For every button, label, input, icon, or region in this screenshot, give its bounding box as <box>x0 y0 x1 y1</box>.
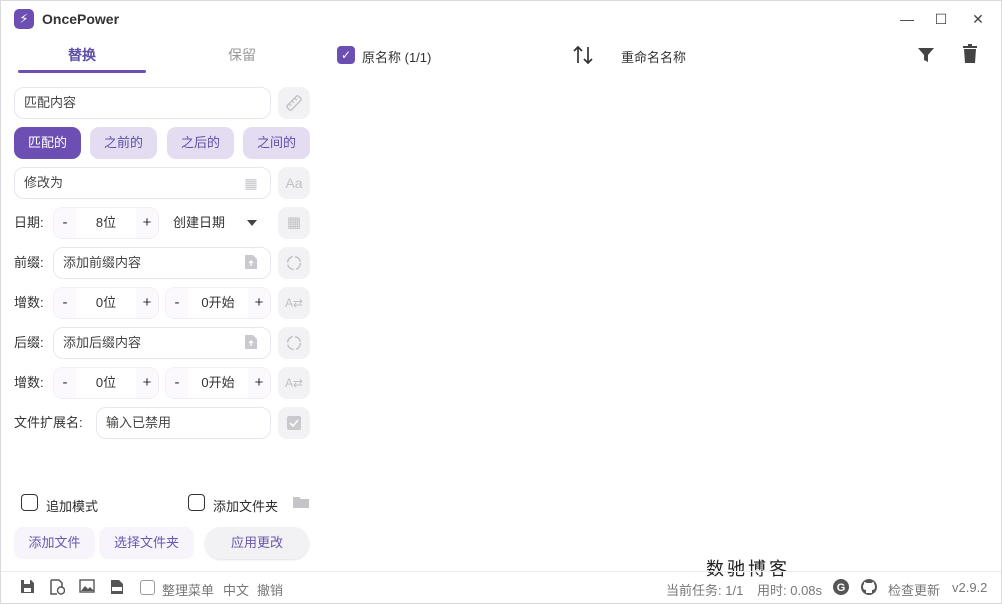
elapsed-time-text: 用时: 0.08s <box>757 583 823 598</box>
close-button[interactable]: ✕ <box>965 7 991 31</box>
match-input[interactable]: 匹配内容 <box>14 87 271 119</box>
undo-button[interactable]: 撤销 <box>257 580 283 599</box>
history-file-icon[interactable] <box>49 579 65 595</box>
suffix-label: 后缀: <box>14 335 44 350</box>
organize-menu-label: 整理菜单 <box>162 583 215 598</box>
chip-before[interactable]: 之前的 <box>90 127 157 159</box>
current-task-text: 当前任务: 1/1 <box>666 583 744 598</box>
increment-start-value-1[interactable]: 0开始 <box>188 288 248 318</box>
maximize-button[interactable]: ☐ <box>928 7 954 31</box>
chevron-down-icon <box>247 220 257 226</box>
increment-digits-value-1[interactable]: 0位 <box>76 288 136 318</box>
organize-menu-checkbox[interactable] <box>140 580 155 595</box>
plus-button[interactable]: + <box>248 368 270 398</box>
folder-icon <box>292 494 310 513</box>
check-update-link[interactable]: 检查更新 <box>888 580 940 599</box>
date-label: 日期: <box>14 215 44 230</box>
tab-keep[interactable]: 保留 <box>178 45 306 65</box>
minus-button[interactable]: - <box>166 288 188 318</box>
save-icon[interactable] <box>19 579 35 595</box>
prefix-placeholder: 添加前缀内容 <box>63 255 142 270</box>
refresh-icon[interactable] <box>278 327 310 359</box>
suffix-placeholder: 添加后缀内容 <box>63 335 142 350</box>
app-title: OncePower <box>42 11 120 27</box>
minus-button[interactable]: - <box>54 368 76 398</box>
minus-button[interactable]: - <box>166 368 188 398</box>
plus-button[interactable]: + <box>248 288 270 318</box>
add-file-button[interactable]: 添加文件 <box>14 527 95 559</box>
github-icon[interactable] <box>860 578 878 599</box>
image-icon[interactable] <box>79 579 95 595</box>
app-window: ⚡ OncePower — ☐ ✕ 替换 保留 匹配内容 匹配的 之前的 之后的… <box>0 0 1002 604</box>
increment-digits-stepper-1[interactable]: - 0位 + <box>53 287 159 319</box>
swap-order-icon[interactable]: A⇄ <box>278 287 310 319</box>
font-case-icon[interactable]: Aa <box>278 167 310 199</box>
prefix-input[interactable]: 添加前缀内容 <box>53 247 271 279</box>
select-folder-button[interactable]: 选择文件夹 <box>99 527 194 559</box>
checkbox-toggle-icon[interactable] <box>278 407 310 439</box>
sort-icon[interactable] <box>572 45 594 68</box>
date-minus-button[interactable]: - <box>54 208 76 238</box>
increment-label-2: 增数: <box>14 375 44 390</box>
version-label: v2.9.2 <box>952 580 988 595</box>
chip-between[interactable]: 之间的 <box>243 127 310 159</box>
ruler-icon[interactable] <box>278 87 310 119</box>
tab-active-indicator <box>18 70 146 73</box>
csv-file-icon[interactable] <box>109 579 125 595</box>
refresh-icon[interactable] <box>278 247 310 279</box>
svg-text:G: G <box>837 582 846 594</box>
date-type-value: 创建日期 <box>173 215 226 230</box>
language-toggle[interactable]: 中文 <box>223 580 249 599</box>
suffix-input[interactable]: 添加后缀内容 <box>53 327 271 359</box>
date-plus-button[interactable]: + <box>136 208 158 238</box>
file-upload-icon[interactable] <box>242 254 260 272</box>
app-logo-icon: ⚡ <box>14 9 34 29</box>
swap-order-icon[interactable]: A⇄ <box>278 367 310 399</box>
calendar-icon[interactable]: ▦ <box>242 174 260 192</box>
google-icon[interactable]: G <box>832 578 850 599</box>
modify-input[interactable]: 修改为 ▦ <box>14 167 271 199</box>
prefix-label: 前缀: <box>14 255 44 270</box>
chip-after[interactable]: 之后的 <box>167 127 234 159</box>
filter-icon[interactable] <box>917 46 935 67</box>
calendar-icon[interactable]: ▦ <box>278 207 310 239</box>
add-folder-label: 添加文件夹 <box>213 499 279 514</box>
rename-name-header: 重命名名称 <box>621 50 687 65</box>
date-digits-value[interactable]: 8位 <box>76 208 136 238</box>
minus-button[interactable]: - <box>54 288 76 318</box>
plus-button[interactable]: + <box>136 368 158 398</box>
add-folder-checkbox[interactable] <box>188 494 205 511</box>
select-all-checkbox[interactable]: ✓ <box>337 46 355 64</box>
append-mode-checkbox[interactable] <box>21 494 38 511</box>
increment-start-value-2[interactable]: 0开始 <box>188 368 248 398</box>
trash-icon[interactable] <box>962 44 978 67</box>
date-stepper[interactable]: - 8位 + <box>53 207 159 239</box>
chip-matched[interactable]: 匹配的 <box>14 127 81 159</box>
append-mode-label: 追加模式 <box>46 499 99 514</box>
increment-start-stepper-1[interactable]: - 0开始 + <box>165 287 271 319</box>
increment-label-1: 增数: <box>14 295 44 310</box>
increment-digits-stepper-2[interactable]: - 0位 + <box>53 367 159 399</box>
minimize-button[interactable]: — <box>894 7 920 31</box>
file-upload-icon[interactable] <box>242 334 260 352</box>
original-name-header: 原名称 (1/1) <box>362 50 432 65</box>
extension-label: 文件扩展名: <box>14 415 83 430</box>
increment-digits-value-2[interactable]: 0位 <box>76 368 136 398</box>
date-type-select[interactable]: 创建日期 <box>165 207 263 239</box>
increment-start-stepper-2[interactable]: - 0开始 + <box>165 367 271 399</box>
apply-changes-button[interactable]: 应用更改 <box>205 527 309 559</box>
plus-button[interactable]: + <box>136 288 158 318</box>
tab-replace[interactable]: 替换 <box>18 45 146 65</box>
extension-input[interactable]: 输入已禁用 <box>96 407 271 439</box>
modify-placeholder: 修改为 <box>24 175 64 190</box>
